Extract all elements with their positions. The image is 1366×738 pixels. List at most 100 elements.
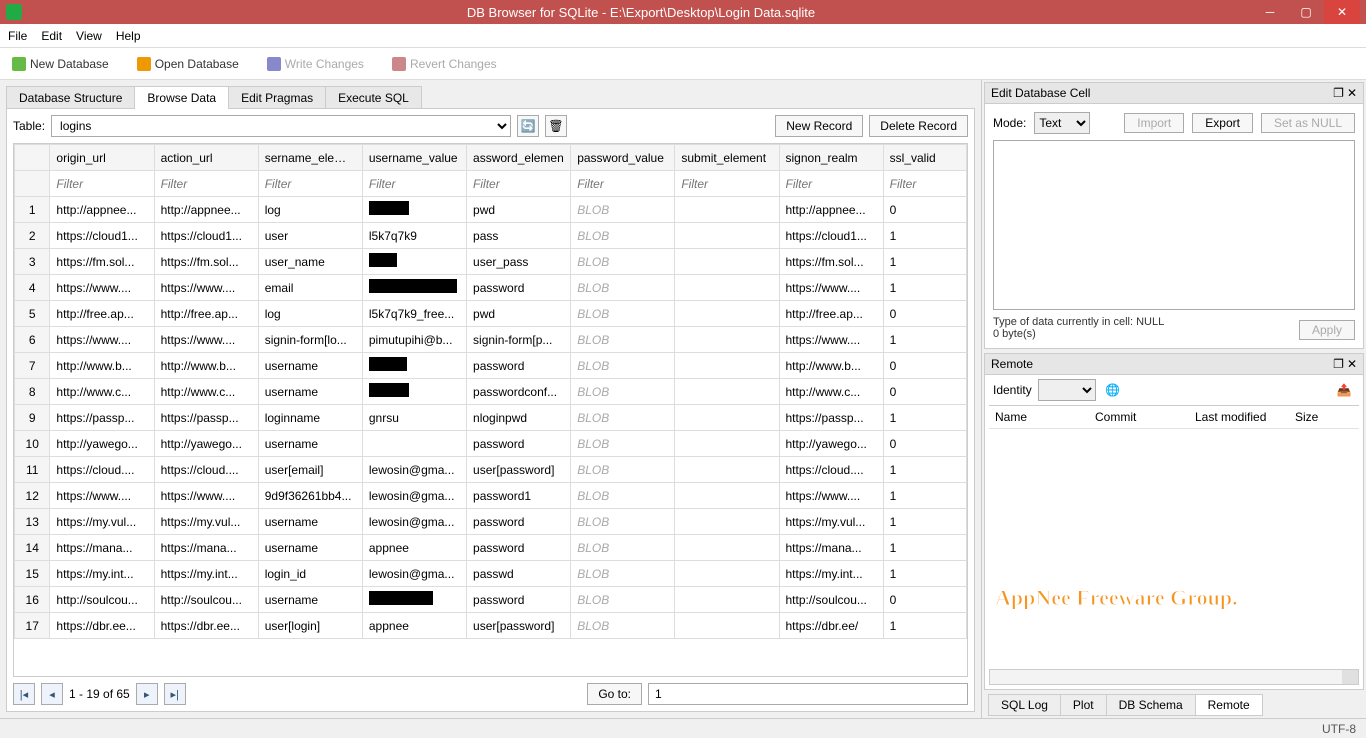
cell[interactable] xyxy=(675,535,779,561)
cell[interactable]: BLOB xyxy=(571,301,675,327)
cell[interactable]: BLOB xyxy=(571,327,675,353)
cell[interactable] xyxy=(675,405,779,431)
cell[interactable] xyxy=(675,249,779,275)
table-row[interactable]: 10http://yawego...http://yawego...userna… xyxy=(15,431,967,457)
cell[interactable]: https://cloud1... xyxy=(779,223,883,249)
data-grid[interactable]: origin_urlaction_urlsername_elemenuserna… xyxy=(13,143,968,677)
cell[interactable]: password xyxy=(467,587,571,613)
cell[interactable]: 1 xyxy=(883,327,966,353)
identity-refresh-icon[interactable]: 🌐 xyxy=(1102,379,1124,401)
cell[interactable]: 1 xyxy=(883,613,966,639)
cell[interactable]: 1 xyxy=(883,561,966,587)
cell[interactable]: BLOB xyxy=(571,249,675,275)
cell[interactable]: lewosin@gma... xyxy=(362,457,466,483)
refresh-button[interactable]: 🔄 xyxy=(517,115,539,137)
cell[interactable]: 9d9f36261bb4... xyxy=(258,483,362,509)
cell[interactable]: BLOB xyxy=(571,613,675,639)
cell[interactable]: password xyxy=(467,535,571,561)
last-page-button[interactable]: ▸| xyxy=(164,683,186,705)
goto-input[interactable] xyxy=(648,683,968,705)
table-row[interactable]: 3https://fm.sol...https://fm.sol...user_… xyxy=(15,249,967,275)
prev-page-button[interactable]: ◂ xyxy=(41,683,63,705)
cell[interactable] xyxy=(675,197,779,223)
cell[interactable] xyxy=(675,561,779,587)
cell[interactable]: 1 xyxy=(883,275,966,301)
table-row[interactable]: 2https://cloud1...https://cloud1...userl… xyxy=(15,223,967,249)
table-row[interactable]: 5http://free.ap...http://free.ap...logl5… xyxy=(15,301,967,327)
cell[interactable]: https://www.... xyxy=(154,483,258,509)
new-record-button[interactable]: New Record xyxy=(775,115,863,137)
cell[interactable]: http://free.ap... xyxy=(50,301,154,327)
close-remote-icon[interactable]: ✕ xyxy=(1347,357,1357,371)
cell[interactable]: username xyxy=(258,535,362,561)
cell[interactable]: http://www.c... xyxy=(779,379,883,405)
cell[interactable]: passwd xyxy=(467,561,571,587)
cell[interactable]: BLOB xyxy=(571,457,675,483)
cell[interactable]: http://appnee... xyxy=(50,197,154,223)
cell[interactable]: http://yawego... xyxy=(154,431,258,457)
cell[interactable]: http://soulcou... xyxy=(779,587,883,613)
cell[interactable] xyxy=(362,379,466,405)
cell[interactable]: 1 xyxy=(883,405,966,431)
cell[interactable] xyxy=(675,613,779,639)
table-row[interactable]: 12https://www....https://www....9d9f3626… xyxy=(15,483,967,509)
cell[interactable]: pwd xyxy=(467,197,571,223)
menu-view[interactable]: View xyxy=(76,29,102,43)
cell[interactable]: https://fm.sol... xyxy=(779,249,883,275)
open-database-button[interactable]: Open Database xyxy=(133,55,243,73)
cell[interactable]: user_name xyxy=(258,249,362,275)
cell[interactable]: http://yawego... xyxy=(50,431,154,457)
filter-input[interactable] xyxy=(884,173,966,195)
bottom-tab-remote[interactable]: Remote xyxy=(1195,694,1263,716)
table-row[interactable]: 6https://www....https://www....signin-fo… xyxy=(15,327,967,353)
cell[interactable]: http://soulcou... xyxy=(154,587,258,613)
cell[interactable]: password1 xyxy=(467,483,571,509)
cell[interactable]: pimutupihi@b... xyxy=(362,327,466,353)
cell[interactable]: BLOB xyxy=(571,353,675,379)
cell[interactable]: https://my.int... xyxy=(154,561,258,587)
filter-input[interactable] xyxy=(467,173,570,195)
cell[interactable]: BLOB xyxy=(571,379,675,405)
cell[interactable] xyxy=(675,483,779,509)
table-row[interactable]: 7http://www.b...http://www.b...usernamep… xyxy=(15,353,967,379)
cell[interactable]: https://passp... xyxy=(50,405,154,431)
cell[interactable]: appnee xyxy=(362,613,466,639)
cell[interactable]: username xyxy=(258,509,362,535)
filter-input[interactable] xyxy=(155,173,258,195)
cell[interactable]: https://cloud.... xyxy=(154,457,258,483)
cell[interactable]: 1 xyxy=(883,509,966,535)
cell[interactable]: https://www.... xyxy=(50,275,154,301)
export-button[interactable]: Export xyxy=(1192,113,1253,133)
cell[interactable] xyxy=(362,249,466,275)
cell[interactable]: pass xyxy=(467,223,571,249)
cell[interactable]: 1 xyxy=(883,223,966,249)
cell[interactable]: 0 xyxy=(883,379,966,405)
col-header[interactable]: signon_realm xyxy=(779,145,883,171)
cell[interactable]: 0 xyxy=(883,353,966,379)
cell[interactable] xyxy=(362,275,466,301)
cell[interactable]: lewosin@gma... xyxy=(362,509,466,535)
cell[interactable]: https://fm.sol... xyxy=(50,249,154,275)
cell[interactable]: http://yawego... xyxy=(779,431,883,457)
menu-file[interactable]: File xyxy=(8,29,27,43)
table-row[interactable]: 8http://www.c...http://www.c...usernamep… xyxy=(15,379,967,405)
cell[interactable]: BLOB xyxy=(571,275,675,301)
cell[interactable]: 1 xyxy=(883,483,966,509)
filter-input[interactable] xyxy=(50,173,153,195)
remote-col-size[interactable]: Size xyxy=(1289,406,1339,428)
new-database-button[interactable]: New Database xyxy=(8,55,113,73)
cell[interactable]: username xyxy=(258,431,362,457)
set-null-button[interactable]: Set as NULL xyxy=(1261,113,1355,133)
cell[interactable]: BLOB xyxy=(571,405,675,431)
cell[interactable] xyxy=(362,587,466,613)
cell[interactable]: pwd xyxy=(467,301,571,327)
cell[interactable]: https://cloud.... xyxy=(50,457,154,483)
cell[interactable]: BLOB xyxy=(571,535,675,561)
remote-col-name[interactable]: Name xyxy=(989,406,1089,428)
next-page-button[interactable]: ▸ xyxy=(136,683,158,705)
cell[interactable] xyxy=(675,327,779,353)
cell[interactable]: BLOB xyxy=(571,561,675,587)
col-header[interactable]: password_value xyxy=(571,145,675,171)
cell[interactable]: https://mana... xyxy=(50,535,154,561)
write-changes-button[interactable]: Write Changes xyxy=(263,55,368,73)
